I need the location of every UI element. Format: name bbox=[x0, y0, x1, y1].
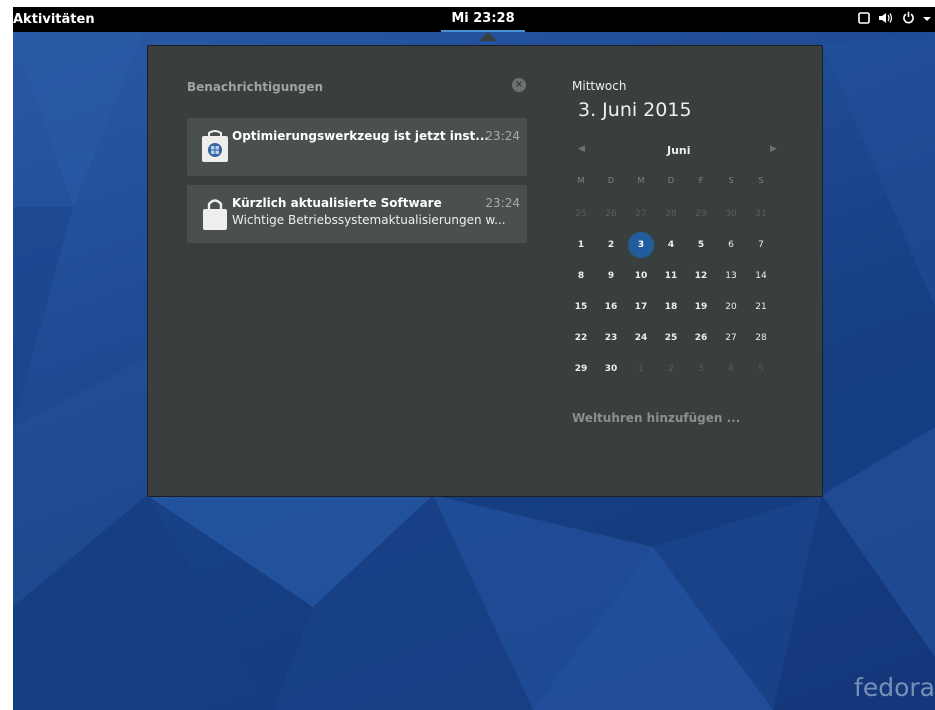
calendar-weekday: Mittwoch bbox=[572, 79, 627, 93]
notification-item[interactable]: Optimierungswerkzeug ist jetzt inst... 2… bbox=[187, 118, 527, 176]
weekday-header: D bbox=[667, 176, 675, 185]
calendar-day[interactable]: 1 bbox=[568, 232, 594, 258]
message-tray-popup: Benachrichtigungen × Optimierungswerkzeu… bbox=[147, 45, 823, 497]
calendar-day[interactable]: 21 bbox=[748, 294, 774, 320]
clear-notifications-button[interactable]: × bbox=[512, 78, 526, 92]
weekday-header: F bbox=[698, 176, 704, 185]
calendar-day[interactable]: 2 bbox=[658, 356, 684, 382]
calendar-day[interactable]: 15 bbox=[568, 294, 594, 320]
shopping-bag-icon bbox=[200, 197, 230, 231]
calendar-day[interactable]: 5 bbox=[748, 356, 774, 382]
next-month-button[interactable]: ▶ bbox=[770, 144, 777, 154]
calendar-day[interactable]: 10 bbox=[628, 263, 654, 289]
calendar-day-today[interactable]: 3 bbox=[628, 232, 654, 258]
screen-icon bbox=[858, 11, 870, 28]
add-world-clocks-link[interactable]: Weltuhren hinzufügen ... bbox=[572, 411, 740, 425]
calendar-day[interactable]: 17 bbox=[628, 294, 654, 320]
top-bar: Aktivitäten Mi 23:28 bbox=[13, 7, 935, 32]
calendar-day[interactable]: 5 bbox=[688, 232, 714, 258]
calendar-day[interactable]: 25 bbox=[568, 201, 594, 227]
calendar-day[interactable]: 1 bbox=[628, 356, 654, 382]
calendar-month: Juni bbox=[667, 144, 691, 157]
notification-time: 23:24 bbox=[485, 129, 520, 143]
system-menu-button[interactable] bbox=[858, 7, 931, 32]
chevron-down-icon bbox=[923, 12, 931, 27]
fedora-logo: fedora bbox=[854, 673, 935, 702]
calendar-day[interactable]: 27 bbox=[718, 325, 744, 351]
calendar-day[interactable]: 27 bbox=[628, 201, 654, 227]
calendar-day[interactable]: 18 bbox=[658, 294, 684, 320]
calendar-day[interactable]: 20 bbox=[718, 294, 744, 320]
calendar-day[interactable]: 12 bbox=[688, 263, 714, 289]
calendar-day[interactable]: 31 bbox=[748, 201, 774, 227]
volume-icon bbox=[878, 12, 894, 28]
calendar-day[interactable]: 22 bbox=[568, 325, 594, 351]
calendar-day[interactable]: 2 bbox=[598, 232, 624, 258]
weekday-header: S bbox=[728, 176, 734, 185]
calendar-day[interactable]: 4 bbox=[718, 356, 744, 382]
calendar-day[interactable]: 25 bbox=[658, 325, 684, 351]
weekday-header: M bbox=[637, 176, 645, 185]
notification-item[interactable]: Kürzlich aktualisierte Software 23:24 Wi… bbox=[187, 185, 527, 243]
calendar-day[interactable]: 3 bbox=[688, 356, 714, 382]
activities-button[interactable]: Aktivitäten bbox=[13, 7, 95, 32]
calendar-day[interactable]: 4 bbox=[658, 232, 684, 258]
calendar-day[interactable]: 29 bbox=[568, 356, 594, 382]
calendar-day[interactable]: 9 bbox=[598, 263, 624, 289]
calendar-day[interactable]: 29 bbox=[688, 201, 714, 227]
clock-button[interactable]: Mi 23:28 bbox=[441, 7, 525, 32]
power-icon bbox=[902, 11, 915, 28]
calendar-day[interactable]: 16 bbox=[598, 294, 624, 320]
calendar-day[interactable]: 30 bbox=[718, 201, 744, 227]
calendar-day[interactable]: 11 bbox=[658, 263, 684, 289]
calendar-day[interactable]: 13 bbox=[718, 263, 744, 289]
notification-title: Kürzlich aktualisierte Software bbox=[232, 196, 442, 210]
notification-title: Optimierungswerkzeug ist jetzt inst... bbox=[232, 129, 489, 143]
notification-body: Wichtige Betriebssystemaktualisierungen … bbox=[232, 213, 506, 227]
calendar-day[interactable]: 28 bbox=[658, 201, 684, 227]
weekday-header: M bbox=[577, 176, 585, 185]
calendar-date: 3. Juni 2015 bbox=[578, 99, 692, 121]
popup-pointer bbox=[479, 32, 497, 41]
weekday-header: S bbox=[758, 176, 764, 185]
weekday-header: D bbox=[607, 176, 615, 185]
calendar-day[interactable]: 8 bbox=[568, 263, 594, 289]
calendar-day[interactable]: 26 bbox=[688, 325, 714, 351]
calendar-day[interactable]: 6 bbox=[718, 232, 744, 258]
calendar-day[interactable]: 26 bbox=[598, 201, 624, 227]
calendar-day[interactable]: 28 bbox=[748, 325, 774, 351]
calendar-day[interactable]: 30 bbox=[598, 356, 624, 382]
calendar-day[interactable]: 23 bbox=[598, 325, 624, 351]
previous-month-button[interactable]: ◀ bbox=[578, 144, 585, 154]
calendar-day[interactable]: 24 bbox=[628, 325, 654, 351]
notifications-header: Benachrichtigungen bbox=[187, 80, 324, 94]
calendar-day[interactable]: 19 bbox=[688, 294, 714, 320]
desktop: Aktivitäten Mi 23:28 Benachrichtigungen … bbox=[13, 7, 935, 710]
calendar-day[interactable]: 14 bbox=[748, 263, 774, 289]
software-center-icon bbox=[200, 130, 230, 164]
notification-time: 23:24 bbox=[485, 196, 520, 210]
calendar-day[interactable]: 7 bbox=[748, 232, 774, 258]
